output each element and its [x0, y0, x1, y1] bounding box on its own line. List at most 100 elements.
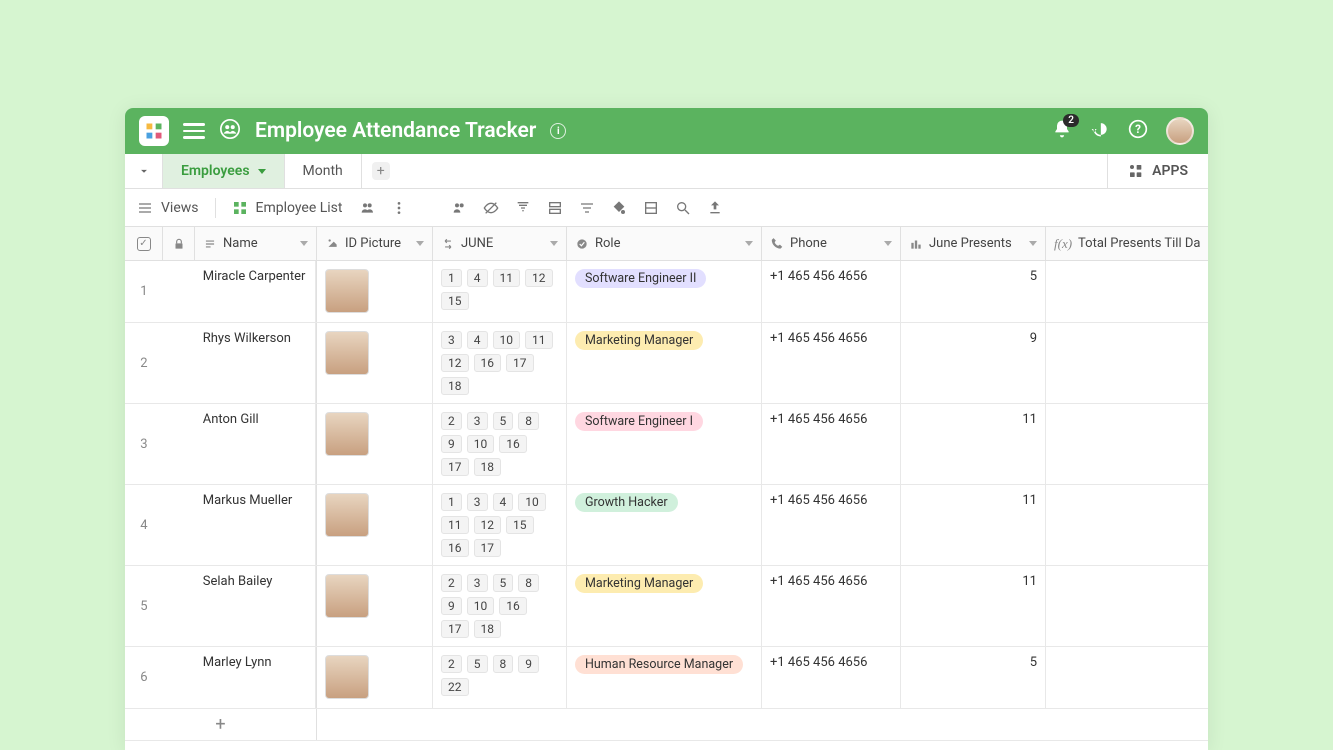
cell-name[interactable]: Selah Bailey	[195, 566, 316, 646]
cell-total-presents[interactable]	[1046, 404, 1208, 484]
grid-body: 1 Miracle Carpenter 14111215 Software En…	[125, 261, 1208, 750]
cell-phone[interactable]: +1 465 456 4656	[762, 566, 901, 646]
row-number: 2	[125, 323, 163, 403]
tab-month[interactable]: Month	[285, 154, 362, 188]
cell-june-days[interactable]: 2358910161718	[433, 566, 567, 646]
column-total-presents[interactable]: f(x) Total Presents Till Dat	[1046, 227, 1208, 260]
cell-picture[interactable]	[317, 404, 433, 484]
cell-june-presents[interactable]: 5	[901, 261, 1046, 322]
cell-june-days[interactable]: 14111215	[433, 261, 567, 322]
table-row[interactable]: 1 Miracle Carpenter 14111215 Software En…	[125, 261, 1208, 323]
cell-june-presents[interactable]: 9	[901, 323, 1046, 403]
day-chip: 16	[474, 354, 502, 372]
collaborators-icon[interactable]	[219, 118, 241, 144]
cell-phone[interactable]: +1 465 456 4656	[762, 485, 901, 565]
column-picture[interactable]: ID Picture	[317, 227, 433, 260]
info-icon[interactable]: i	[550, 123, 566, 139]
cell-phone[interactable]: +1 465 456 4656	[762, 323, 901, 403]
table-row[interactable]: 6 Marley Lynn 258922 Human Resource Mana…	[125, 647, 1208, 709]
hide-fields-icon[interactable]	[483, 200, 499, 216]
column-june[interactable]: JUNE	[433, 227, 567, 260]
cell-june-days[interactable]: 34101112161718	[433, 323, 567, 403]
cell-name[interactable]: Anton Gill	[195, 404, 316, 484]
cell-total-presents[interactable]	[1046, 566, 1208, 646]
cell-role[interactable]: Software Engineer II	[567, 261, 762, 322]
cell-total-presents[interactable]	[1046, 647, 1208, 708]
tabs-expand-button[interactable]	[125, 154, 163, 188]
collaborators-icon[interactable]	[451, 200, 467, 216]
cell-phone[interactable]: +1 465 456 4656	[762, 261, 901, 322]
cell-june-days[interactable]: 134101112151617	[433, 485, 567, 565]
history-icon[interactable]	[1090, 119, 1110, 143]
row-number: 4	[125, 485, 163, 565]
cell-phone[interactable]: +1 465 456 4656	[762, 404, 901, 484]
cell-name[interactable]: Markus Mueller	[195, 485, 316, 565]
column-role[interactable]: Role	[567, 227, 762, 260]
cell-june-presents[interactable]: 11	[901, 404, 1046, 484]
cell-phone[interactable]: +1 465 456 4656	[762, 647, 901, 708]
cell-role[interactable]: Marketing Manager	[567, 323, 762, 403]
cell-picture[interactable]	[317, 261, 433, 322]
cell-june-days[interactable]: 2358910161718	[433, 404, 567, 484]
day-chip: 10	[518, 493, 546, 511]
user-avatar[interactable]	[1166, 117, 1194, 145]
cell-role[interactable]: Human Resource Manager	[567, 647, 762, 708]
cell-name[interactable]: Marley Lynn	[195, 647, 316, 708]
day-chip: 4	[493, 493, 514, 511]
day-chip: 12	[441, 354, 469, 372]
tabs-bar: Employees Month + APPS	[125, 154, 1208, 189]
cell-name[interactable]: Rhys Wilkerson	[195, 323, 316, 403]
table-row[interactable]: 4 Markus Mueller 134101112151617 Growth …	[125, 485, 1208, 566]
employee-photo	[325, 493, 369, 537]
app-logo[interactable]	[139, 116, 169, 146]
cell-role[interactable]: Marketing Manager	[567, 566, 762, 646]
day-chip: 9	[441, 435, 462, 453]
help-icon[interactable]: ?	[1128, 119, 1148, 143]
color-icon[interactable]	[611, 200, 627, 216]
cell-total-presents[interactable]	[1046, 485, 1208, 565]
day-chip: 16	[441, 539, 469, 557]
cell-june-days[interactable]: 258922	[433, 647, 567, 708]
cell-total-presents[interactable]	[1046, 261, 1208, 322]
group-icon[interactable]	[547, 200, 563, 216]
share-view-icon[interactable]	[359, 200, 375, 216]
cell-picture[interactable]	[317, 566, 433, 646]
add-tab-button[interactable]: +	[362, 154, 400, 188]
cell-june-presents[interactable]: 11	[901, 485, 1046, 565]
cell-name[interactable]: Miracle Carpenter	[195, 261, 316, 322]
cell-role[interactable]: Software Engineer I	[567, 404, 762, 484]
table-row[interactable]: 2 Rhys Wilkerson 34101112161718 Marketin…	[125, 323, 1208, 404]
column-june-presents[interactable]: June Presents	[901, 227, 1046, 260]
cell-picture[interactable]	[317, 647, 433, 708]
more-options-icon[interactable]	[391, 200, 407, 216]
notifications-button[interactable]: 2	[1052, 119, 1072, 143]
day-chip: 10	[493, 331, 521, 349]
filter-icon[interactable]	[515, 200, 531, 216]
views-button[interactable]: Views	[137, 200, 199, 216]
add-row-button[interactable]: +	[125, 709, 1208, 741]
cell-role[interactable]: Growth Hacker	[567, 485, 762, 565]
cell-picture[interactable]	[317, 323, 433, 403]
column-name[interactable]: Name	[195, 227, 317, 260]
cell-total-presents[interactable]	[1046, 323, 1208, 403]
row-number: 6	[125, 647, 163, 708]
current-view[interactable]: Employee List	[232, 200, 343, 216]
table-row[interactable]: 5 Selah Bailey 2358910161718 Marketing M…	[125, 566, 1208, 647]
row-lock-spacer	[163, 485, 195, 565]
menu-icon[interactable]	[183, 123, 205, 139]
export-icon[interactable]	[707, 200, 723, 216]
tab-employees[interactable]: Employees	[163, 154, 285, 188]
sort-icon[interactable]	[579, 200, 595, 216]
row-height-icon[interactable]	[643, 200, 659, 216]
page-title: Employee Attendance Tracker	[255, 119, 536, 143]
table-row[interactable]: 3 Anton Gill 2358910161718 Software Engi…	[125, 404, 1208, 485]
column-phone[interactable]: Phone	[762, 227, 901, 260]
day-chip: 5	[467, 655, 488, 673]
search-icon[interactable]	[675, 200, 691, 216]
day-chip: 17	[506, 354, 534, 372]
cell-june-presents[interactable]: 11	[901, 566, 1046, 646]
cell-picture[interactable]	[317, 485, 433, 565]
select-all-checkbox[interactable]: ✓	[125, 227, 163, 260]
apps-button[interactable]: APPS	[1107, 154, 1208, 188]
cell-june-presents[interactable]: 5	[901, 647, 1046, 708]
